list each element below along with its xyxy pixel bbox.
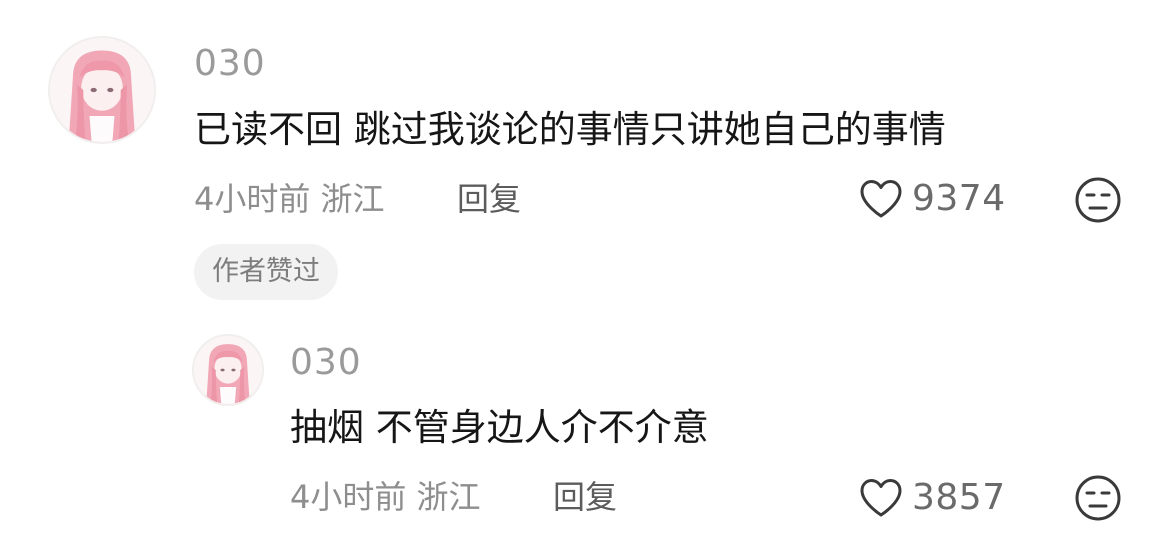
author-liked-badge: 作者赞过 (194, 244, 338, 300)
reply-button[interactable]: 回复 (553, 478, 617, 516)
avatar[interactable] (48, 36, 156, 144)
unamused-face-icon (1075, 475, 1121, 521)
comment-text: 抽烟 不管身边人介不介意 (290, 406, 709, 449)
comment-text: 已读不回 跳过我谈论的事情只讲她自己的事情 (194, 108, 946, 151)
avatar[interactable] (192, 334, 264, 406)
like-button[interactable]: 9374 (858, 178, 1006, 220)
dislike-button[interactable] (1074, 176, 1122, 224)
dislike-button[interactable] (1074, 474, 1122, 522)
anime-girl-avatar-icon (194, 336, 262, 404)
anime-girl-avatar-icon (50, 38, 154, 142)
comment-meta: 4小时前 浙江 (194, 180, 385, 218)
reply-button[interactable]: 回复 (457, 180, 521, 218)
like-count: 9374 (912, 178, 1006, 219)
comment-meta: 4小时前 浙江 (290, 478, 481, 516)
like-count: 3857 (912, 477, 1006, 518)
like-button[interactable]: 3857 (858, 477, 1006, 519)
comment-username[interactable]: 030 (290, 343, 362, 383)
heart-outline-icon (860, 479, 902, 517)
unamused-face-icon (1075, 177, 1121, 223)
comment-username[interactable]: 030 (194, 44, 266, 84)
heart-outline-icon (860, 180, 902, 218)
